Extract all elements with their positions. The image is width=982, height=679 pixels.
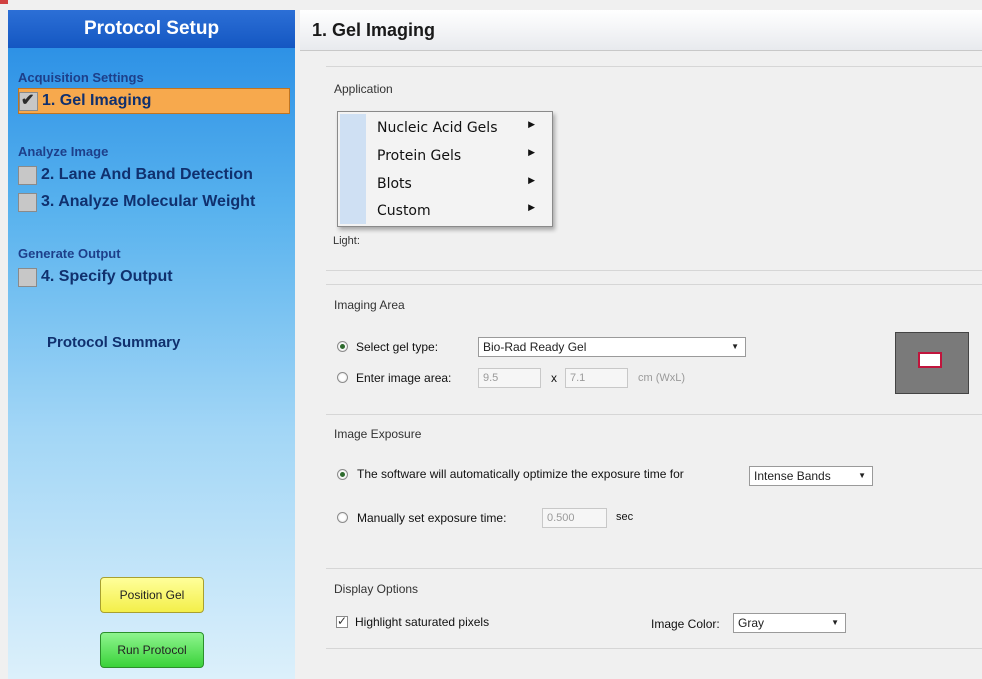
- manual-exposure-label: Manually set exposure time:: [357, 511, 507, 525]
- menu-item-blots[interactable]: Blots ▶: [377, 176, 547, 198]
- gel-type-value: Bio-Rad Ready Gel: [483, 340, 587, 354]
- protocol-sidebar: Protocol Setup Acquisition Settings ✔ 1.…: [8, 10, 295, 679]
- image-color-label: Image Color:: [651, 617, 720, 631]
- step-checkbox[interactable]: [18, 165, 37, 185]
- menu-item-nucleic-acid-gels[interactable]: Nucleic Acid Gels ▶: [377, 120, 547, 142]
- step-lane-band-detection[interactable]: 2. Lane And Band Detection: [18, 162, 253, 188]
- gel-area-marker: [918, 352, 942, 368]
- auto-exposure-label: The software will automatically optimize…: [357, 467, 684, 481]
- highlight-saturated-checkbox[interactable]: ✓: [336, 614, 348, 628]
- run-protocol-button[interactable]: Run Protocol: [100, 632, 204, 668]
- step-label: 3. Analyze Molecular Weight: [41, 193, 256, 210]
- highlight-saturated-label: Highlight saturated pixels: [355, 615, 490, 629]
- select-gel-type-radio[interactable]: [337, 341, 348, 352]
- check-icon: ✓: [337, 614, 348, 628]
- triangle-right-icon: ▶: [528, 148, 535, 158]
- divider: [326, 648, 982, 649]
- triangle-right-icon: ▶: [528, 203, 535, 213]
- menu-item-label: Protein Gels: [377, 148, 462, 164]
- imaging-area-preview: [895, 332, 969, 394]
- page-title: 1. Gel Imaging: [312, 20, 436, 40]
- sidebar-title: Protocol Setup: [8, 10, 295, 48]
- image-length-input[interactable]: 7.1: [565, 368, 628, 388]
- step-gel-imaging[interactable]: ✔ 1. Gel Imaging: [18, 88, 290, 114]
- step-label: 2. Lane And Band Detection: [41, 166, 253, 183]
- exposure-unit-label: sec: [616, 511, 634, 523]
- group-acquisition-settings: Acquisition Settings: [18, 70, 144, 85]
- step-checkbox[interactable]: [18, 192, 37, 212]
- step-label: 1. Gel Imaging: [42, 92, 152, 109]
- dropdown-arrow-icon: ▼: [831, 618, 839, 627]
- menu-item-label: Blots: [377, 176, 412, 192]
- position-gel-button[interactable]: Position Gel: [100, 577, 204, 613]
- group-generate-output: Generate Output: [18, 246, 121, 261]
- image-color-select[interactable]: Gray ▼: [733, 613, 846, 633]
- exposure-target-select[interactable]: Intense Bands ▼: [749, 466, 873, 486]
- auto-exposure-radio[interactable]: [337, 469, 348, 480]
- enter-image-area-radio[interactable]: [337, 372, 348, 383]
- step-specify-output[interactable]: 4. Specify Output: [18, 264, 173, 290]
- check-icon: ✔: [21, 91, 35, 109]
- menu-stripe: [340, 114, 366, 224]
- manual-exposure-radio[interactable]: [337, 512, 348, 523]
- step-label: 4. Specify Output: [41, 268, 173, 285]
- divider: [326, 284, 982, 285]
- menu-item-label: Custom: [377, 203, 431, 219]
- divider: [326, 66, 982, 67]
- divider: [326, 270, 982, 271]
- menu-item-protein-gels[interactable]: Protein Gels ▶: [377, 148, 547, 170]
- divider: [326, 414, 982, 415]
- dropdown-arrow-icon: ▼: [731, 342, 739, 351]
- image-width-input[interactable]: 9.5: [478, 368, 541, 388]
- area-unit-label: cm (WxL): [638, 372, 686, 384]
- app-corner-mark: [0, 0, 8, 4]
- times-label: x: [551, 371, 557, 385]
- select-gel-type-label: Select gel type:: [356, 340, 439, 354]
- triangle-right-icon: ▶: [528, 120, 535, 130]
- gel-type-select[interactable]: Bio-Rad Ready Gel ▼: [478, 337, 746, 357]
- protocol-summary[interactable]: Protocol Summary: [47, 334, 180, 351]
- application-section-title: Application: [334, 82, 393, 96]
- divider: [326, 568, 982, 569]
- enter-image-area-label: Enter image area:: [356, 371, 452, 385]
- menu-item-label: Nucleic Acid Gels: [377, 120, 498, 136]
- step-checkbox[interactable]: ✔: [19, 91, 38, 111]
- step-analyze-molecular-weight[interactable]: 3. Analyze Molecular Weight: [18, 189, 255, 215]
- light-label: Light:: [333, 235, 360, 247]
- image-exposure-section-title: Image Exposure: [334, 427, 422, 441]
- display-options-section-title: Display Options: [334, 582, 419, 596]
- menu-item-custom[interactable]: Custom ▶: [377, 203, 547, 225]
- triangle-right-icon: ▶: [528, 176, 535, 186]
- main-header: 1. Gel Imaging: [300, 10, 982, 51]
- exposure-time-input[interactable]: 0.500: [542, 508, 607, 528]
- step-checkbox[interactable]: [18, 267, 37, 287]
- imaging-area-section-title: Imaging Area: [334, 298, 405, 312]
- group-analyze-image: Analyze Image: [18, 144, 109, 159]
- dropdown-arrow-icon: ▼: [858, 471, 866, 480]
- image-color-value: Gray: [738, 616, 765, 630]
- application-menu[interactable]: Nucleic Acid Gels ▶ Protein Gels ▶ Blots…: [337, 111, 553, 227]
- exposure-target-value: Intense Bands: [754, 469, 831, 483]
